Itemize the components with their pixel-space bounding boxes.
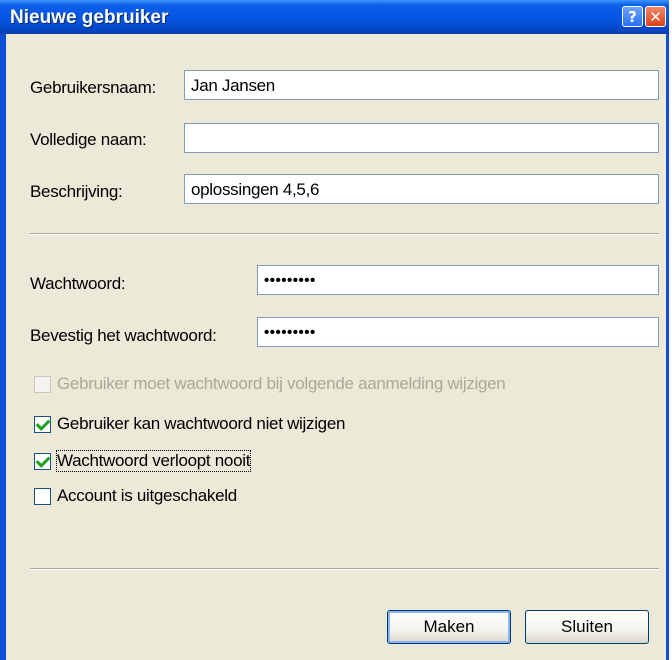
fullname-field[interactable] bbox=[184, 123, 659, 153]
password-field[interactable]: ••••••••• bbox=[257, 265, 659, 295]
window-title: Nieuwe gebruiker bbox=[10, 7, 169, 28]
create-button[interactable]: Maken bbox=[387, 610, 511, 644]
separator bbox=[30, 233, 659, 235]
option-label: Wachtwoord verloopt nooit bbox=[55, 450, 252, 472]
dialog-window: Nieuwe gebruiker ? ✕ Gebruikersnaam: Jan… bbox=[0, 0, 669, 660]
username-field[interactable]: Jan Jansen bbox=[184, 70, 659, 100]
title-bar[interactable]: Nieuwe gebruiker ? ✕ bbox=[0, 0, 669, 34]
help-button[interactable]: ? bbox=[622, 6, 643, 27]
separator bbox=[30, 568, 659, 570]
checkbox[interactable] bbox=[34, 487, 51, 505]
password-label: Wachtwoord: bbox=[30, 274, 126, 293]
description-label: Beschrijving: bbox=[30, 182, 123, 201]
dialog-body: Gebruikersnaam: Jan Jansen Volledige naa… bbox=[6, 34, 666, 660]
username-label: Gebruikersnaam: bbox=[30, 78, 156, 97]
help-icon: ? bbox=[628, 7, 637, 26]
option-label: Gebruiker kan wachtwoord niet wijzigen bbox=[57, 414, 346, 433]
checkbox[interactable] bbox=[34, 375, 51, 393]
confirm-password-field[interactable]: ••••••••• bbox=[257, 317, 659, 347]
option-must-change-password[interactable]: Gebruiker moet wachtwoord bij volgende a… bbox=[34, 372, 506, 396]
close-icon: ✕ bbox=[649, 7, 662, 26]
option-account-disabled[interactable]: Account is uitgeschakeld bbox=[34, 484, 237, 508]
checkbox[interactable] bbox=[34, 452, 51, 470]
option-cannot-change-password[interactable]: Gebruiker kan wachtwoord niet wijzigen bbox=[34, 412, 345, 436]
checkbox[interactable] bbox=[34, 415, 51, 433]
option-password-never-expires[interactable]: Wachtwoord verloopt nooit bbox=[34, 449, 252, 473]
fullname-label: Volledige naam: bbox=[30, 130, 147, 149]
option-label: Account is uitgeschakeld bbox=[57, 486, 237, 505]
confirm-password-label: Bevestig het wachtwoord: bbox=[30, 326, 217, 345]
close-window-button[interactable]: ✕ bbox=[645, 6, 666, 27]
option-label: Gebruiker moet wachtwoord bij volgende a… bbox=[57, 374, 506, 393]
close-button[interactable]: Sluiten bbox=[525, 610, 649, 644]
description-field[interactable]: oplossingen 4,5,6 bbox=[184, 174, 659, 204]
